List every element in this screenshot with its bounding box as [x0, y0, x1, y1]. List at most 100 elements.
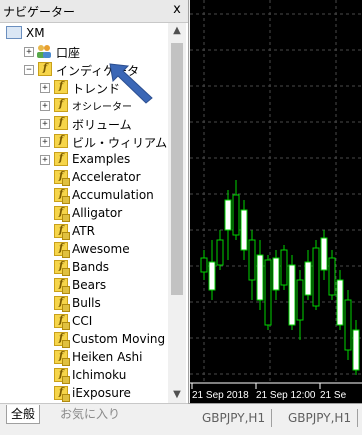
tree-item[interactable]: + f ボリューム	[0, 115, 168, 133]
candle-body	[216, 239, 224, 266]
tree-item[interactable]: f Accelerator	[0, 169, 168, 187]
tree-item[interactable]: f Alligator	[0, 205, 168, 223]
tree-item-label: Ichimoku	[72, 368, 127, 382]
tree-item-label: CCI	[72, 314, 93, 328]
candle-body	[264, 259, 272, 326]
expand-icon[interactable]: +	[40, 137, 50, 147]
tree-item[interactable]: f iExposure	[0, 385, 168, 403]
chart-tabs: GBPJPY,H1 GBPJPY,H1	[188, 403, 362, 435]
collapse-icon[interactable]: −	[24, 65, 34, 75]
indicator-folder-icon: f	[54, 80, 68, 94]
tree-item-label: Examples	[72, 152, 131, 166]
navigator-tabs: 全般 お気に入り	[0, 403, 188, 435]
chart-tab[interactable]: GBPJPY,H1	[196, 409, 273, 427]
tree-scrollbar[interactable]: ▲ ▼	[168, 23, 186, 403]
indicator-icon: f	[54, 224, 70, 240]
tree-item-label: Accumulation	[72, 188, 154, 202]
candle-body	[296, 279, 304, 321]
price-chart[interactable]: 21 Sep 2018 21 Sep 12:00 21 Se	[190, 0, 362, 403]
navigator-panel: ナビゲーター x XM + 口座 − f インディケータ + f トレンド + f オシレーター + f ボ…	[0, 0, 189, 435]
indicator-icon: f	[54, 260, 70, 276]
tree-item[interactable]: f Custom Moving A	[0, 331, 168, 349]
chart-tab[interactable]: GBPJPY,H1	[282, 409, 359, 427]
candle-body	[312, 247, 320, 307]
candle-body	[208, 261, 216, 291]
tree-item[interactable]: XM	[0, 25, 168, 43]
tree-item-label: Custom Moving A	[72, 332, 168, 346]
expand-icon[interactable]: +	[40, 101, 50, 111]
tree-item[interactable]: f CCI	[0, 313, 168, 331]
candle-body	[304, 261, 312, 296]
expand-icon[interactable]: +	[24, 47, 34, 57]
candle-body	[288, 264, 296, 326]
scroll-up-icon[interactable]: ▲	[168, 23, 186, 39]
indicator-icon: f	[54, 350, 70, 366]
candle-body	[224, 199, 232, 231]
tree-item[interactable]: f Heiken Ashi	[0, 349, 168, 367]
indicator-icon: f	[54, 368, 70, 384]
indicator-folder-icon: f	[54, 152, 68, 166]
candle-body	[256, 254, 264, 301]
tree-item-label: Bulls	[72, 296, 101, 310]
tree-item[interactable]: + f ビル・ウィリアムス	[0, 133, 168, 151]
tree-item-label: iExposure	[72, 386, 131, 400]
indicator-icon: f	[54, 242, 70, 258]
indicator-icon: f	[54, 386, 70, 402]
candle-body	[344, 299, 352, 351]
tab-all[interactable]: 全般	[6, 405, 41, 424]
tree-item[interactable]: + 口座	[0, 43, 168, 61]
time-axis-label: 21 Se	[320, 390, 347, 401]
tree-item-label: ATR	[72, 224, 95, 238]
tree-item-label: XM	[26, 26, 45, 40]
candle-body	[320, 237, 328, 271]
tree-item-label: Accelerator	[72, 170, 141, 184]
candle-body	[200, 257, 208, 273]
indicator-icon: f	[54, 296, 70, 312]
scrollbar-thumb[interactable]	[171, 43, 183, 295]
indicator-folder-icon: f	[54, 116, 68, 130]
indicator-icon: f	[54, 278, 70, 294]
broker-icon	[6, 26, 22, 39]
accounts-icon	[36, 44, 52, 59]
candle-body	[328, 257, 336, 296]
indicator-icon: f	[54, 188, 70, 204]
indicator-folder-icon: f	[54, 98, 68, 112]
candlestick-chart: 21 Sep 2018 21 Sep 12:00 21 Se	[190, 0, 362, 401]
candle-body	[352, 329, 360, 371]
indicator-icon: f	[54, 332, 70, 348]
close-icon[interactable]: x	[170, 2, 184, 18]
scroll-down-icon[interactable]: ▼	[168, 387, 186, 403]
tree-item-label: ビル・ウィリアムス	[72, 136, 168, 150]
expand-icon[interactable]: +	[40, 155, 50, 165]
tree-item[interactable]: f Accumulation	[0, 187, 168, 205]
tree-item-label: Heiken Ashi	[72, 350, 143, 364]
tree-item[interactable]: f Ichimoku	[0, 367, 168, 385]
indicator-folder-icon: f	[38, 62, 52, 76]
expand-icon[interactable]: +	[40, 119, 50, 129]
tree-item[interactable]: f Awesome	[0, 241, 168, 259]
tree-item[interactable]: f Bears	[0, 277, 168, 295]
indicator-icon: f	[54, 170, 70, 186]
navigator-title-bar: ナビゲーター x	[0, 0, 188, 23]
expand-icon[interactable]: +	[40, 83, 50, 93]
tree-item-label: Alligator	[72, 206, 123, 220]
tree-item[interactable]: f ATR	[0, 223, 168, 241]
time-axis-label: 21 Sep 12:00	[256, 390, 316, 401]
candle-body	[336, 279, 344, 326]
tree-item[interactable]: f Bands	[0, 259, 168, 277]
indicator-icon: f	[54, 206, 70, 222]
navigator-title: ナビゲーター	[3, 5, 76, 19]
tree-item[interactable]: f Bulls	[0, 295, 168, 313]
tree-item[interactable]: + f Examples	[0, 151, 168, 169]
candle-body	[280, 249, 288, 286]
tree-item-label: 口座	[56, 46, 81, 60]
candle-body	[232, 194, 240, 236]
tree-item-label: ボリューム	[72, 118, 132, 132]
tree-item-label: Bears	[72, 278, 107, 292]
tab-favorites[interactable]: お気に入り	[56, 405, 124, 423]
indicator-folder-icon: f	[54, 134, 68, 148]
tree-item-label: Awesome	[72, 242, 130, 256]
candle-body	[240, 209, 248, 251]
candle-body	[272, 257, 280, 291]
time-axis-label: 21 Sep 2018	[192, 390, 249, 401]
